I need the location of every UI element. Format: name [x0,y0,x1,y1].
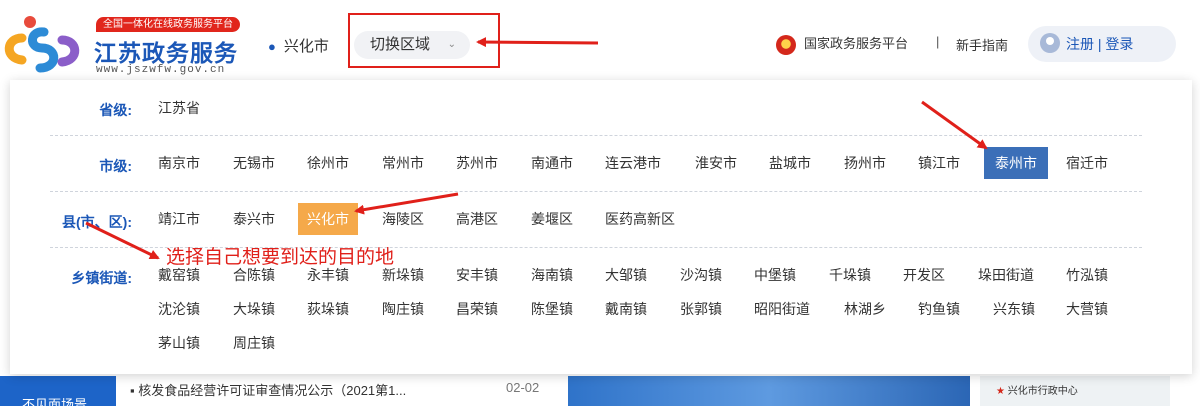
city-option[interactable]: 淮安市 [695,147,737,179]
city-option[interactable]: 宿迁市 [1066,147,1108,179]
city-option[interactable]: 常州市 [382,147,424,179]
user-avatar-icon [1040,33,1060,54]
city-option[interactable]: 南京市 [158,147,200,179]
site-header: 全国一体化在线政务服务平台 江苏政务服务 www.jszwfw.gov.cn ●… [0,0,1200,82]
town-option[interactable]: 陈堡镇 [531,293,573,325]
town-option[interactable]: 张郭镇 [680,293,722,325]
city-option-selected[interactable]: 泰州市 [984,147,1048,179]
news-title: 核发食品经营许可证审查情况公示（2021第1... [138,383,407,398]
city-option[interactable]: 徐州市 [307,147,349,179]
town-option[interactable]: 陶庄镇 [382,293,424,325]
map-label: 兴化市行政中心 [1007,386,1078,397]
no-visit-scenes-tab[interactable]: 不见面场景 [0,376,116,412]
province-label: 省级: [99,102,132,118]
location-pin-icon: ● [268,39,276,54]
province-option[interactable]: 江苏省 [158,92,200,124]
town-option[interactable]: 沙沟镇 [680,259,722,291]
logo-url: www.jszwfw.gov.cn [96,64,226,76]
town-option[interactable]: 垛田街道 [978,259,1034,291]
news-date: 02-02 [506,380,540,395]
gov-platform-label: 国家政务服务平台 [804,36,909,51]
town-option[interactable]: 林湖乡 [844,293,886,325]
site-logo[interactable]: 全国一体化在线政务服务平台 江苏政务服务 www.jszwfw.gov.cn [0,14,245,76]
city-row: 市级: 南京市 无锡市 徐州市 常州市 苏州市 南通市 连云港市 淮安市 盐城市… [50,136,1142,192]
city-option[interactable]: 无锡市 [233,147,275,179]
register-link[interactable]: 注册 [1066,36,1094,52]
town-option[interactable]: 昭阳街道 [754,293,810,325]
town-option[interactable]: 安丰镇 [456,259,498,291]
auth-box: 注册 | 登录 [1028,26,1176,62]
town-option[interactable]: 茅山镇 [158,327,200,359]
current-location: ● 兴化市 [268,35,329,56]
auth-divider: | [1097,36,1102,52]
county-option[interactable]: 姜堰区 [531,203,573,235]
town-option[interactable]: 开发区 [903,259,945,291]
city-option[interactable]: 连云港市 [605,147,661,179]
city-option[interactable]: 盐城市 [769,147,811,179]
logo-name: 江苏政务服务 [94,40,238,66]
county-option[interactable]: 高港区 [456,203,498,235]
news-list-item[interactable]: ▪ 核发食品经营许可证审查情况公示（2021第1... [130,380,406,399]
town-option[interactable]: 戴南镇 [605,293,647,325]
town-option[interactable]: 千垛镇 [829,259,871,291]
logo-mark-icon [4,16,80,73]
town-option[interactable]: 大营镇 [1066,293,1108,325]
highlight-box [348,13,500,68]
county-option[interactable]: 泰兴市 [233,203,275,235]
city-option[interactable]: 镇江市 [918,147,960,179]
banner-image[interactable] [568,376,970,406]
town-option[interactable]: 荻垛镇 [307,293,349,325]
town-option[interactable]: 竹泓镇 [1066,259,1108,291]
town-option[interactable]: 中堡镇 [754,259,796,291]
county-option[interactable]: 海陵区 [382,203,424,235]
national-emblem-icon [776,34,796,55]
city-label: 市级: [99,158,132,174]
login-link[interactable]: 登录 [1105,36,1133,52]
town-option[interactable]: 兴东镇 [993,293,1035,325]
logo-tagline: 全国一体化在线政务服务平台 [96,17,240,32]
beginner-guide-link[interactable]: 新手指南 [956,35,1008,54]
town-option[interactable]: 海南镇 [531,259,573,291]
map-thumbnail[interactable]: ★ 兴化市行政中心 [980,376,1170,406]
region-dropdown-panel: 省级: 江苏省 市级: 南京市 无锡市 徐州市 常州市 苏州市 南通市 连云港市… [10,80,1192,374]
town-option[interactable]: 沈沦镇 [158,293,200,325]
town-option[interactable]: 昌荣镇 [456,293,498,325]
header-divider: | [936,34,940,49]
town-option[interactable]: 大垛镇 [233,293,275,325]
county-option-selected[interactable]: 兴化市 [298,203,358,235]
town-option[interactable]: 周庄镇 [233,327,275,359]
annotation-text: 选择自己想要到达的目的地 [166,247,395,268]
city-option[interactable]: 南通市 [531,147,573,179]
town-option[interactable]: 钓鱼镇 [918,293,960,325]
county-option[interactable]: 医药高新区 [605,203,675,235]
city-option[interactable]: 扬州市 [844,147,886,179]
city-option[interactable]: 苏州市 [456,147,498,179]
town-option[interactable]: 大邹镇 [605,259,647,291]
county-label: 县(市、区): [62,214,132,230]
current-city: 兴化市 [283,38,329,55]
gov-platform-link[interactable]: 国家政务服务平台 [776,33,908,55]
county-option[interactable]: 靖江市 [158,203,200,235]
province-row: 省级: 江苏省 [50,80,1142,136]
county-row: 县(市、区): 靖江市 泰兴市 兴化市 海陵区 高港区 姜堰区 医药高新区 [50,192,1142,248]
town-label: 乡镇街道: [71,270,132,286]
